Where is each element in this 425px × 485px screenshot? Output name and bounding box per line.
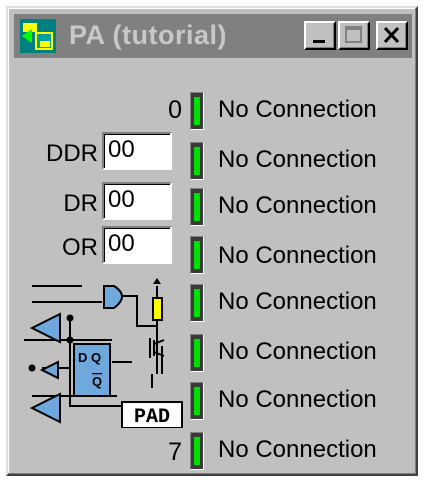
port-schematic-diagram: D Q Q PAD xyxy=(24,278,183,428)
ddr-input[interactable]: 00 xyxy=(102,132,172,170)
minimize-icon xyxy=(313,40,325,43)
maximize-button[interactable] xyxy=(338,21,370,50)
pin-1-led[interactable] xyxy=(190,142,204,180)
pin-0-led[interactable] xyxy=(190,92,204,130)
title-bar[interactable]: PA (tutorial) xyxy=(14,14,412,58)
pin-7-status: No Connection xyxy=(218,436,377,463)
pin-7-led[interactable] xyxy=(190,432,204,470)
io-port-icon[interactable] xyxy=(20,19,56,53)
flip-flop-qbar-label: Q xyxy=(92,374,102,389)
pin-6-status: No Connection xyxy=(218,386,377,413)
window-title: PA (tutorial) xyxy=(69,20,227,50)
close-icon xyxy=(383,26,400,44)
pull-up-resistor-shape xyxy=(152,297,163,321)
pin-6-led[interactable] xyxy=(190,382,204,420)
pin-1-status: No Connection xyxy=(218,146,377,173)
close-button[interactable] xyxy=(376,21,408,50)
pin-5-status: No Connection xyxy=(218,338,377,365)
bit-7-label: 7 xyxy=(168,438,182,466)
dr-label: DR xyxy=(63,190,98,217)
bit-0-label: 0 xyxy=(168,96,182,124)
pad-label: PAD xyxy=(134,406,170,428)
port-window: PA (tutorial) 0 7 DDR 00 DR 00 OR 00 No … xyxy=(6,6,418,476)
pin-4-status: No Connection xyxy=(218,288,377,315)
pin-3-status: No Connection xyxy=(218,242,377,269)
maximize-icon xyxy=(345,26,362,43)
flip-flop-dq-label: D Q xyxy=(78,350,101,365)
or-label: OR xyxy=(62,234,98,261)
pin-4-led[interactable] xyxy=(190,284,204,322)
pin-2-status: No Connection xyxy=(218,192,377,219)
pin-5-led[interactable] xyxy=(190,334,204,372)
input-buffer-shape xyxy=(29,312,61,344)
dr-input[interactable]: 00 xyxy=(102,182,172,220)
ddr-label: DDR xyxy=(46,140,98,167)
minimize-button[interactable] xyxy=(304,21,336,50)
pin-3-led[interactable] xyxy=(190,236,204,274)
output-buffer-shape xyxy=(29,392,61,424)
and-gate-shape xyxy=(103,285,123,309)
pin-0-status: No Connection xyxy=(218,96,377,123)
or-input[interactable]: 00 xyxy=(102,226,172,264)
pin-2-led[interactable] xyxy=(190,188,204,226)
